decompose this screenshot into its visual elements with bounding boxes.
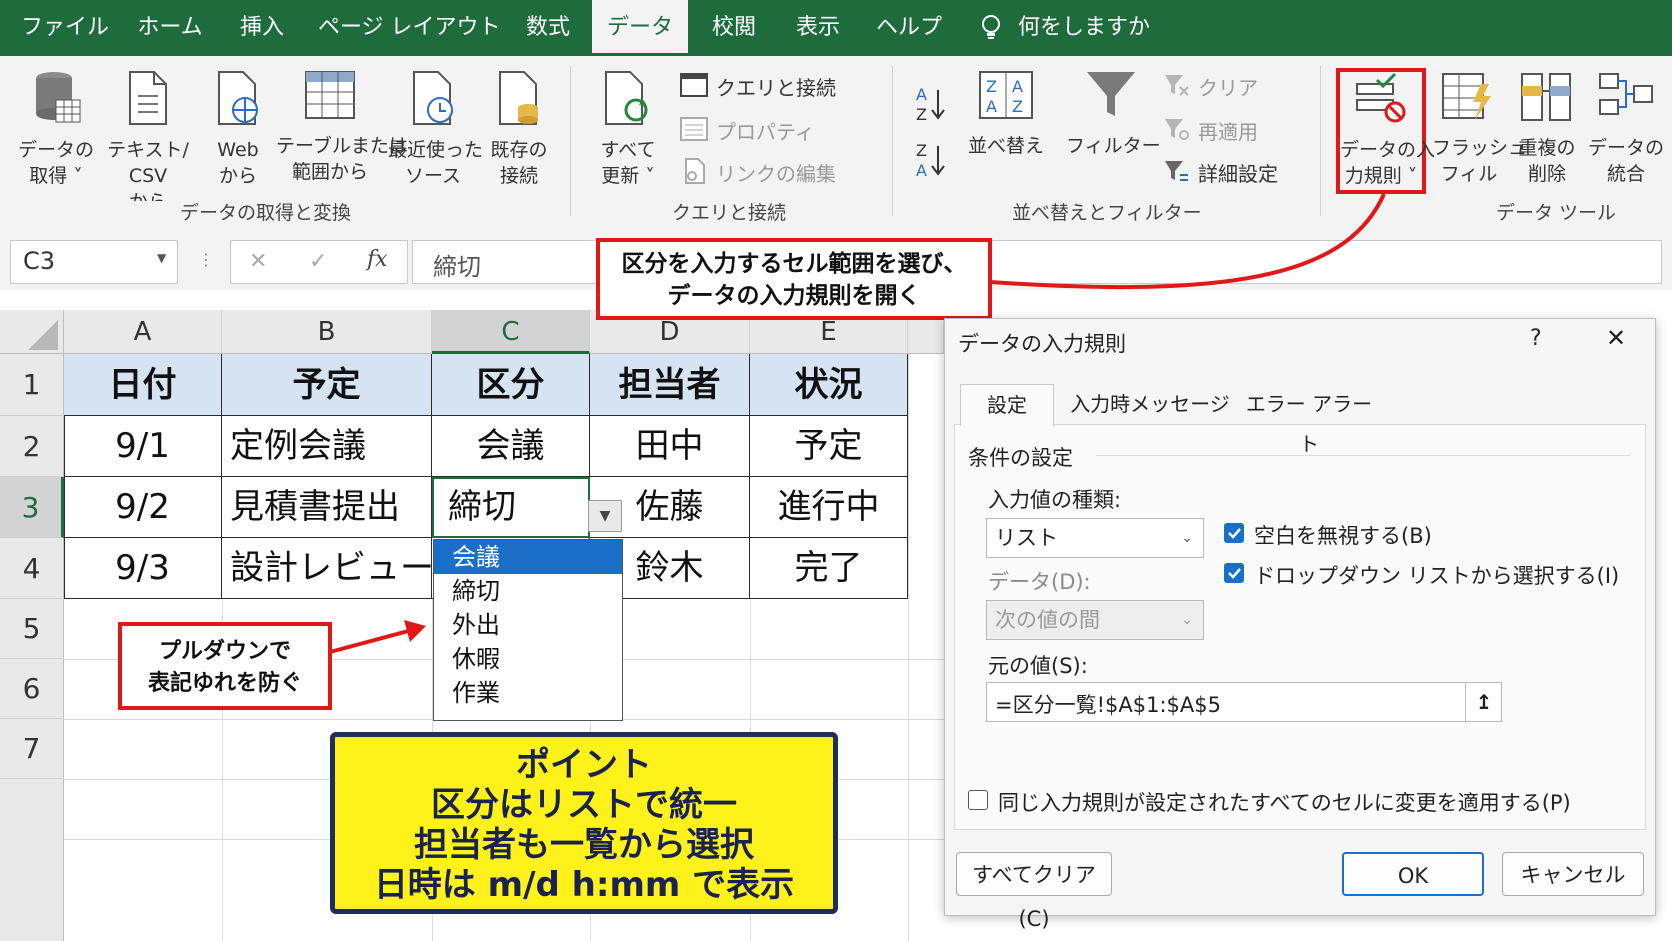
- in-cell-dropdown-checkbox[interactable]: [1224, 563, 1244, 583]
- section-heading: 条件の設定: [968, 446, 1073, 470]
- source-input[interactable]: =区分一覧!$A$1:$A$5 ↥: [986, 682, 1502, 722]
- data-operator-value: 次の値の間: [995, 608, 1100, 632]
- section-divider: [1096, 455, 1630, 456]
- allow-value: リスト: [995, 526, 1058, 550]
- ignore-blank-checkbox[interactable]: [1224, 523, 1244, 543]
- chevron-down-icon: ⌄: [1181, 530, 1193, 546]
- in-cell-dropdown-label: ドロップダウン リストから選択する(I): [1254, 564, 1620, 588]
- ok-button[interactable]: OK: [1342, 852, 1484, 896]
- source-label: 元の値(S):: [988, 654, 1088, 678]
- help-icon[interactable]: ?: [1530, 326, 1542, 351]
- apply-all-checkbox[interactable]: [968, 790, 988, 810]
- callout-open-validation: 区分を入力するセル範囲を選び、 データの入力規則を開く: [596, 238, 992, 320]
- tab-error-alert[interactable]: エラー アラート: [1240, 384, 1378, 456]
- callout-dropdown: プルダウンで 表記ゆれを防ぐ: [118, 622, 332, 710]
- allow-select[interactable]: リスト ⌄: [986, 518, 1204, 558]
- allow-label: 入力値の種類:: [988, 488, 1122, 512]
- ignore-blank-label: 空白を無視する(B): [1254, 524, 1432, 548]
- close-icon[interactable]: ✕: [1606, 324, 1626, 352]
- cancel-button[interactable]: キャンセル: [1502, 852, 1644, 896]
- chevron-down-icon: ⌄: [1181, 612, 1193, 628]
- source-value: =区分一覧!$A$1:$A$5: [995, 693, 1221, 717]
- tab-input-message[interactable]: 入力時メッセージ: [1070, 384, 1230, 424]
- apply-all-label: 同じ入力規則が設定されたすべてのセルに変更を適用する(P): [998, 791, 1571, 815]
- data-operator-select: 次の値の間 ⌄: [986, 600, 1204, 640]
- clear-all-button[interactable]: すべてクリア(C): [956, 852, 1112, 931]
- data-label: データ(D):: [988, 570, 1091, 594]
- collapse-dialog-icon[interactable]: ↥: [1465, 683, 1502, 721]
- point-box: ポイント 区分はリストで統一 担当者も一覧から選択 日時は m/d h:mm で…: [330, 732, 838, 914]
- dialog-title: データの入力規則: [958, 332, 1126, 356]
- tab-settings[interactable]: 設定: [960, 384, 1054, 426]
